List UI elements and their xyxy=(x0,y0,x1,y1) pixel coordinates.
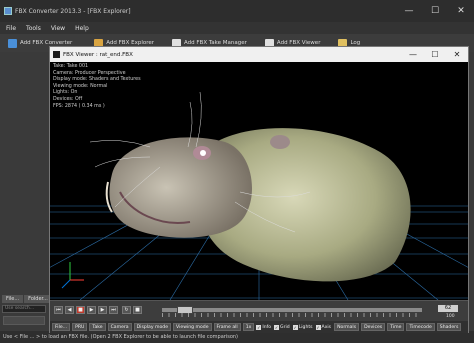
timeline-slider[interactable] xyxy=(162,306,422,318)
end-frame-label: 100 xyxy=(446,314,455,319)
pru-button[interactable]: PRU xyxy=(72,323,88,331)
explorer-left-panel: File... Folder... Use search... xyxy=(2,295,52,317)
frame-all-button[interactable]: Frame all xyxy=(213,323,241,331)
go-end-button[interactable]: ⏭ xyxy=(109,306,118,314)
current-frame-field[interactable]: 62 xyxy=(438,305,458,312)
3d-viewport[interactable]: Take: Take 001 Camera: Producer Perspect… xyxy=(50,62,468,300)
loop-button[interactable]: ↻ xyxy=(122,306,131,314)
prev-frame-button[interactable]: ◀ xyxy=(65,306,74,314)
rat-model xyxy=(89,91,411,282)
explorer-side-button[interactable] xyxy=(3,316,45,325)
info-checkbox[interactable]: ✓ Info xyxy=(256,324,271,330)
main-window-title: FBX Converter 2013.3 - [FBX Explorer] xyxy=(15,7,131,15)
go-start-button[interactable]: ⏮ xyxy=(54,306,63,314)
fbx-viewer-window: FBX Viewer : rat_end.FBX — ☐ ✕ Take: Tak… xyxy=(49,46,469,333)
viewer-title: FBX Viewer : rat_end.FBX xyxy=(63,51,133,58)
axis-gizmo xyxy=(61,262,84,289)
viewer-options-bar: File... PRU Take Camera Display mode Vie… xyxy=(50,321,468,333)
viewer-hud: Take: Take 001 Camera: Producer Perspect… xyxy=(53,64,141,110)
fbx-app-icon xyxy=(4,7,12,15)
camera-button[interactable]: Camera xyxy=(107,323,132,331)
timeline-ticks xyxy=(162,313,422,317)
stop-button[interactable]: ■ xyxy=(133,306,142,314)
display-mode-button[interactable]: Display mode xyxy=(133,323,172,331)
timecode-button[interactable]: Timecode xyxy=(406,323,435,331)
viewer-close-button[interactable]: ✕ xyxy=(446,47,468,62)
viewer-maximize-button[interactable]: ☐ xyxy=(424,47,446,62)
minimize-button[interactable]: — xyxy=(396,0,422,22)
hud-fps: FPS: 2874 ( 0.34 ms ) xyxy=(53,103,105,109)
lights-checkbox[interactable]: ✓ Lights xyxy=(292,324,313,330)
tab-folder[interactable]: Folder... xyxy=(24,295,52,303)
main-title-bar: FBX Converter 2013.3 - [FBX Explorer] — … xyxy=(0,0,474,22)
menu-file[interactable]: File xyxy=(6,25,16,32)
menu-view[interactable]: View xyxy=(51,25,65,32)
main-menubar: File Tools View Help xyxy=(0,22,474,34)
timeline-track xyxy=(162,308,422,312)
viewer-app-icon xyxy=(53,51,60,58)
menu-help[interactable]: Help xyxy=(75,25,89,32)
search-input[interactable]: Use search... xyxy=(2,305,46,313)
convert-icon xyxy=(8,38,17,48)
hud-devices: Devices: Off xyxy=(53,96,83,102)
close-button[interactable]: ✕ xyxy=(448,0,474,22)
tab-file[interactable]: File... xyxy=(2,295,24,303)
grid-checkbox[interactable]: ✓ Grid xyxy=(274,324,290,330)
viewer-title-bar: FBX Viewer : rat_end.FBX — ☐ ✕ xyxy=(50,47,468,62)
time-button[interactable]: Time xyxy=(387,323,405,331)
hud-take: Take: Take 001 xyxy=(53,64,89,69)
hud-display-mode: Display mode: Shaders and Textures xyxy=(53,77,141,83)
devices-button[interactable]: Devices xyxy=(361,323,386,331)
record-button[interactable]: ■ xyxy=(76,306,85,314)
normals-button[interactable]: Normals xyxy=(334,323,360,331)
viewing-mode-button[interactable]: Viewing mode xyxy=(173,323,212,331)
axis-checkbox[interactable]: ✓ Axis xyxy=(315,324,331,330)
maximize-button[interactable]: ☐ xyxy=(422,0,448,22)
transport-bar: ⏮ ◀ ■ ▶ ▶ ⏭ ↻ ■ 62 100 xyxy=(50,300,468,321)
take-button[interactable]: Take xyxy=(89,323,106,331)
shaders-button[interactable]: Shaders xyxy=(436,323,462,331)
status-text: Use < File ... > to load an FBX file. (O… xyxy=(3,334,239,340)
hud-lights: Lights: On xyxy=(53,90,78,96)
next-frame-button[interactable]: ▶ xyxy=(98,306,107,314)
menu-tools[interactable]: Tools xyxy=(26,25,41,32)
speed-select[interactable]: 1x xyxy=(242,323,255,331)
file-button[interactable]: File... xyxy=(52,323,71,331)
viewer-minimize-button[interactable]: — xyxy=(402,47,424,62)
play-button[interactable]: ▶ xyxy=(87,306,96,314)
